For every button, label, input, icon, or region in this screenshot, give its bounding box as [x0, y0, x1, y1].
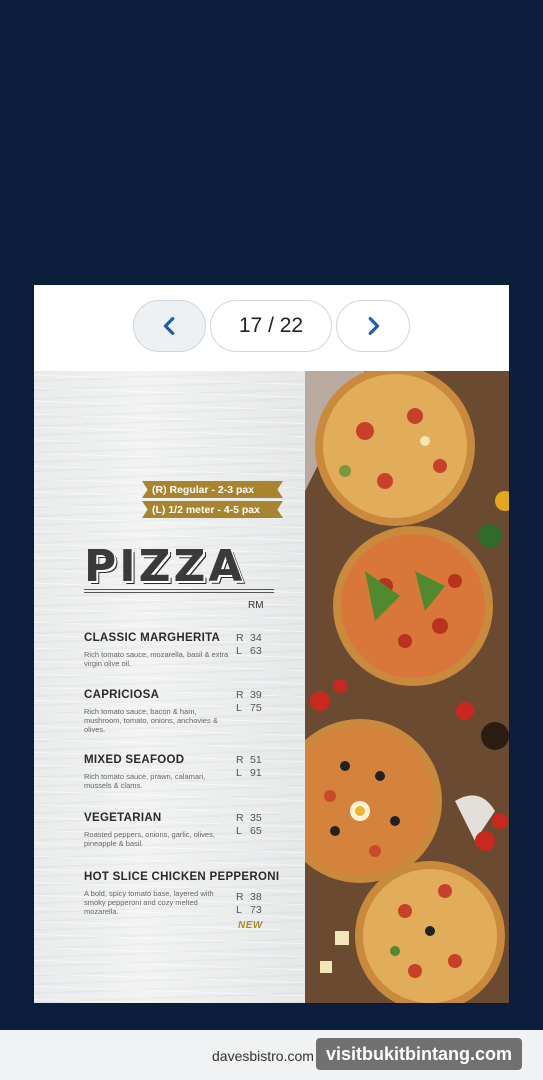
price-regular: 34 — [250, 632, 262, 644]
chevron-right-icon — [368, 317, 380, 335]
currency-label: RM — [248, 600, 264, 611]
item-description: Rich tomato sauce, prawn, calamari, muss… — [84, 772, 206, 790]
price-large: 91 — [250, 767, 262, 779]
menu-page: (R) Regular - 2-3 pax (L) 1/2 meter - 4-… — [34, 371, 509, 1003]
new-badge: NEW — [238, 920, 263, 931]
pagination-bar: 17 / 22 — [34, 285, 509, 371]
next-page-button[interactable] — [336, 300, 410, 352]
menu-title: PIZZA — [84, 541, 246, 592]
item-description: A bold, spicy tomato base, layered with … — [84, 889, 214, 916]
menu-text-panel: (R) Regular - 2-3 pax (L) 1/2 meter - 4-… — [34, 371, 305, 1003]
price-large: 73 — [250, 904, 262, 916]
pizza-photo — [305, 371, 509, 1003]
page-counter: 17 / 22 — [210, 300, 332, 352]
price-large: 63 — [250, 645, 262, 657]
watermark: visitbukitbintang.com — [316, 1038, 523, 1070]
item-name: CLASSIC MARGHERITA — [84, 632, 221, 644]
menu-item: VEGETARIAN Roasted peppers, onions, garl… — [84, 812, 294, 848]
price-regular: 38 — [250, 891, 262, 903]
chevron-left-icon — [163, 317, 174, 335]
item-name: VEGETARIAN — [84, 812, 162, 824]
size-tag-regular: (R) Regular - 2-3 pax — [142, 481, 283, 498]
title-divider — [84, 592, 274, 593]
menu-item: CLASSIC MARGHERITA Rich tomato sauce, mo… — [84, 632, 294, 668]
item-prices: R 35 L 65 — [236, 812, 262, 837]
item-prices: R 51 L 91 — [236, 754, 262, 779]
item-prices: R 34 L 63 — [236, 632, 262, 657]
price-large: 65 — [250, 825, 262, 837]
price-regular: 51 — [250, 754, 262, 766]
item-description: Rich tomato sauce, bacon & ham, mushroom… — [84, 707, 218, 734]
title-divider — [84, 589, 274, 590]
item-prices: R 39 L 75 — [236, 689, 262, 714]
item-description: Rich tomato sauce, mozarella, basil & ex… — [84, 650, 229, 668]
price-regular: 35 — [250, 812, 262, 824]
menu-item: MIXED SEAFOOD Rich tomato sauce, prawn, … — [84, 754, 294, 790]
item-name: MIXED SEAFOOD — [84, 754, 185, 766]
item-prices: R 38 L 73 — [236, 891, 262, 916]
item-description: Roasted peppers, onions, garlic, olives,… — [84, 830, 215, 848]
item-name: CAPRICIOSA — [84, 689, 160, 701]
price-regular: 39 — [250, 689, 262, 701]
size-tag-half-meter: (L) 1/2 meter - 4-5 pax — [142, 501, 283, 518]
site-domain[interactable]: davesbistro.com — [212, 1048, 314, 1064]
pizza-illustration — [305, 371, 509, 1003]
menu-viewer: 17 / 22 (R) Regular - 2-3 pax (L) 1/2 me… — [34, 285, 509, 1003]
price-large: 75 — [250, 702, 262, 714]
menu-item: CAPRICIOSA Rich tomato sauce, bacon & ha… — [84, 689, 294, 734]
previous-page-button[interactable] — [133, 300, 206, 352]
item-name: HOT SLICE CHICKEN PEPPERONI — [84, 871, 280, 883]
menu-item: HOT SLICE CHICKEN PEPPERONI A bold, spic… — [84, 871, 294, 916]
